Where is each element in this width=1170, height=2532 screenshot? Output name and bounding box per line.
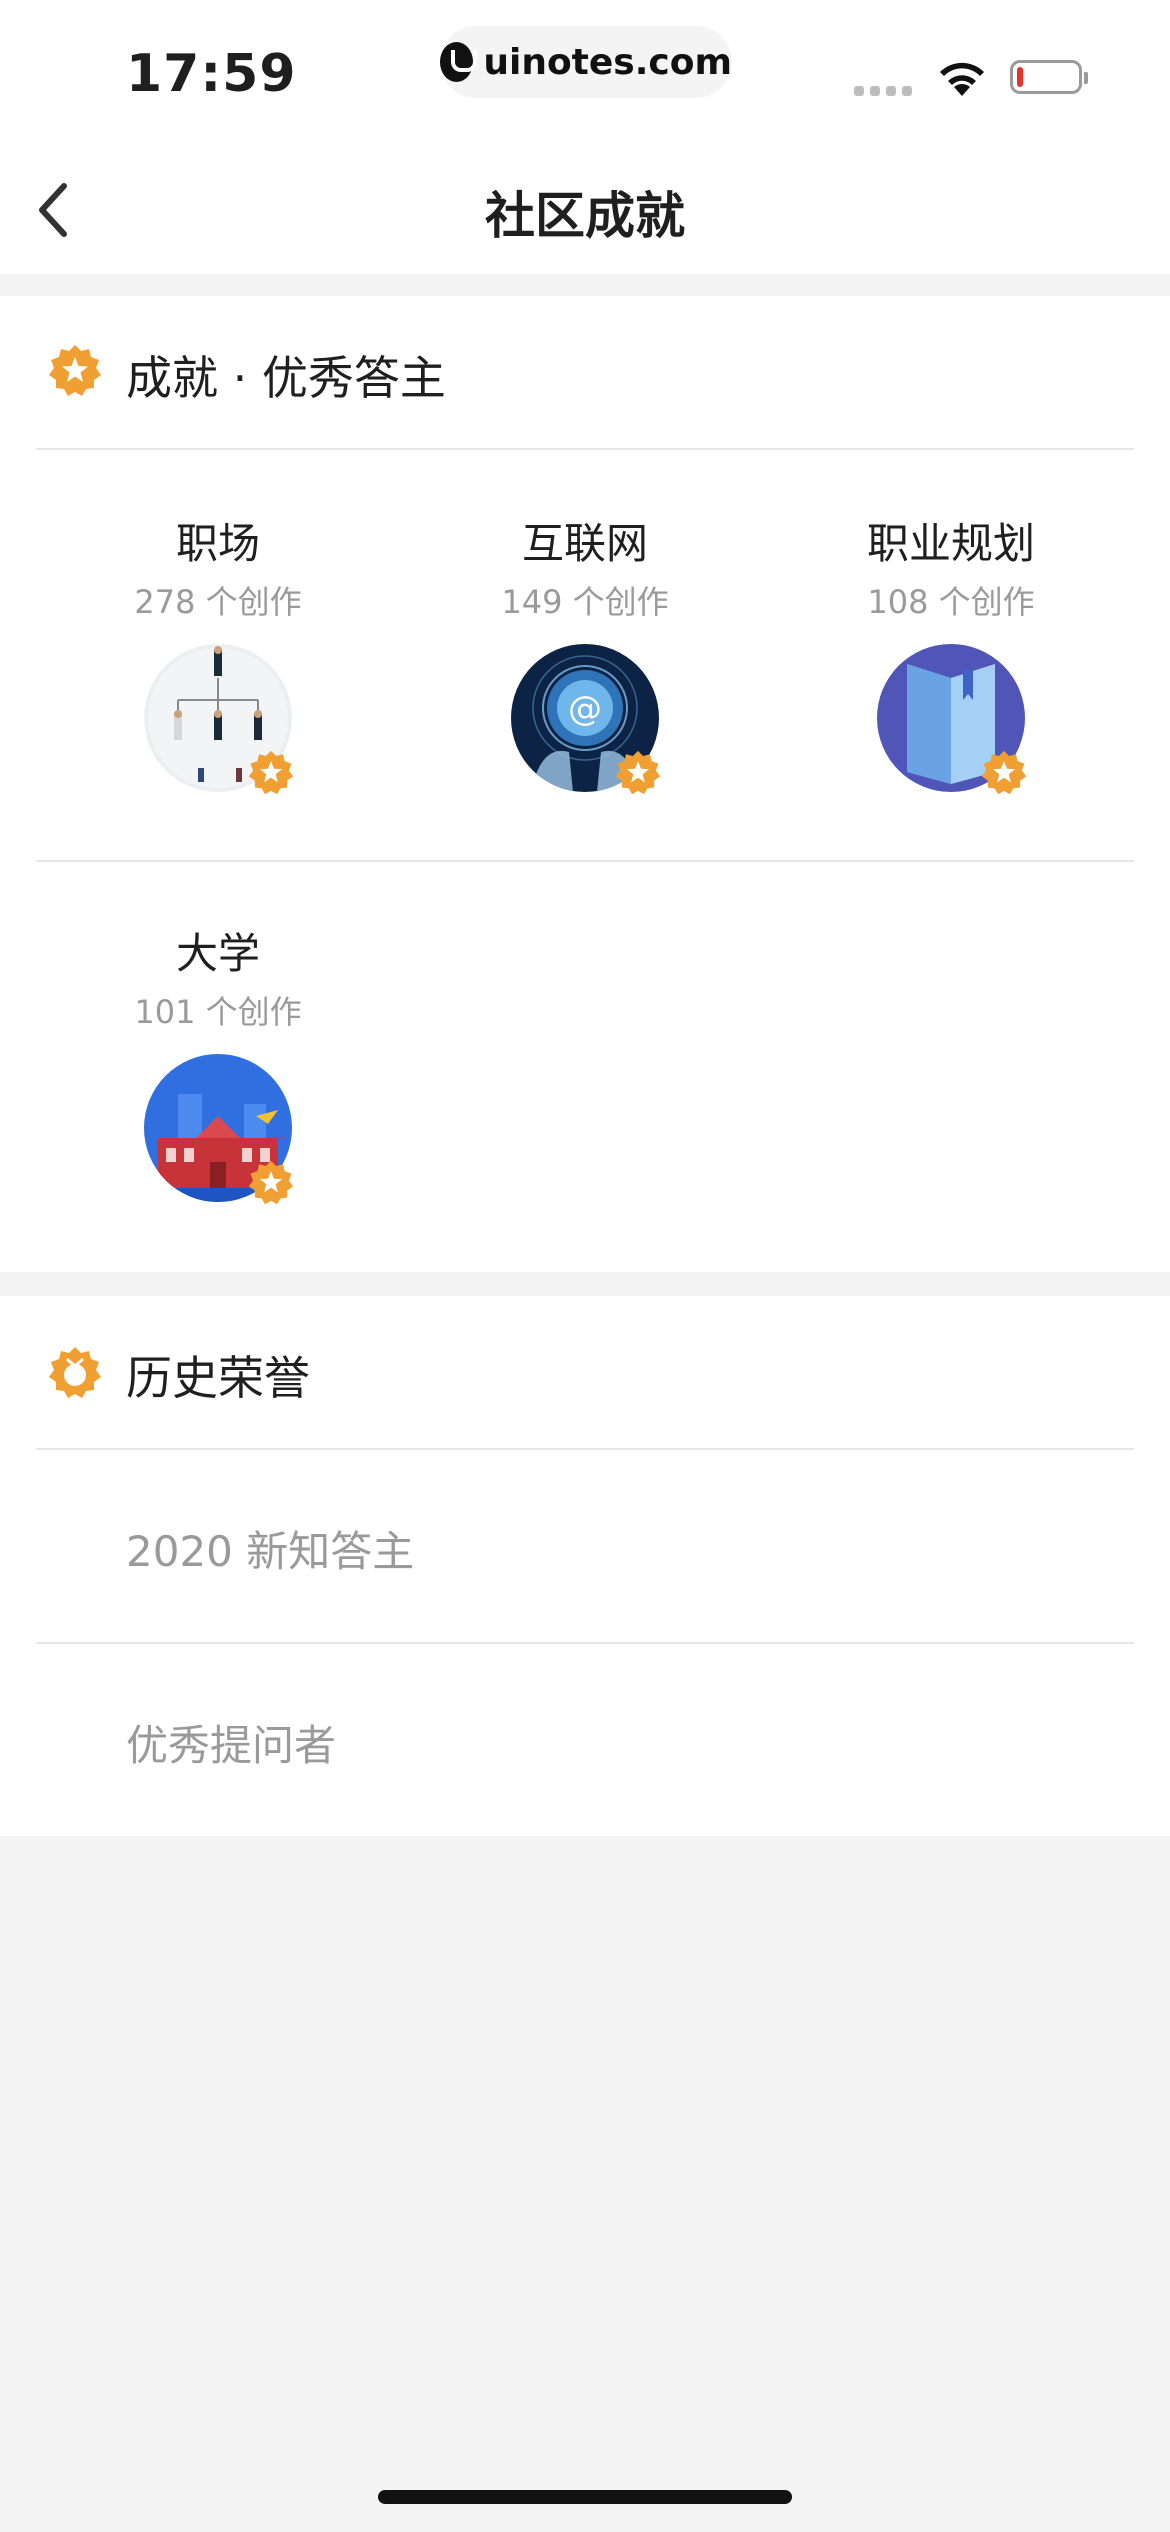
topic-count: 278 个创作 — [134, 583, 302, 621]
topic-item-university[interactable]: 大学 101 个创作 — [35, 926, 401, 1205]
topic-count: 101 个创作 — [134, 993, 302, 1031]
topic-name: 职场 — [175, 519, 260, 568]
topic-name: 互联网 — [521, 519, 648, 568]
page-title: 社区成就 — [485, 187, 685, 245]
wifi-icon — [940, 62, 984, 96]
honors-title: 历史荣誉 — [126, 1351, 310, 1405]
battery-icon — [1010, 60, 1088, 94]
divider — [36, 1642, 1134, 1644]
divider — [36, 448, 1134, 450]
svg-text:@: @ — [568, 689, 602, 729]
honors-card: 历史荣誉 2020 新知答主 优秀提问者 — [0, 1296, 1170, 1836]
url-text: uinotes.com — [483, 41, 732, 83]
star-badge-icon — [248, 750, 294, 795]
battery-level — [1017, 67, 1023, 87]
star-badge-icon — [615, 750, 661, 795]
site-logo-icon — [440, 42, 478, 82]
star-badge-icon — [981, 750, 1027, 795]
achievements-header: 成就 · 优秀答主 — [0, 296, 1170, 450]
signal-icon — [854, 86, 912, 96]
topic-name: 职业规划 — [866, 519, 1035, 568]
topic-count: 149 个创作 — [501, 583, 669, 621]
star-badge-icon — [49, 345, 101, 396]
status-time: 17:59 — [126, 44, 297, 104]
topic-count: 108 个创作 — [867, 583, 1035, 621]
status-bar: 17:59 uinotes.com — [0, 0, 1170, 150]
topic-name: 大学 — [175, 929, 260, 978]
achievements-title: 成就 · 优秀答主 — [126, 351, 446, 405]
topic-item-career-planning[interactable]: 职业规划 108 个创作 — [768, 516, 1134, 795]
nav-bar: 社区成就 — [0, 150, 1170, 274]
home-indicator[interactable] — [378, 2490, 792, 2504]
honor-item: 优秀提问者 — [126, 1721, 337, 1770]
honor-item: 2020 新知答主 — [126, 1527, 415, 1576]
divider — [36, 1448, 1134, 1450]
honors-header: 历史荣誉 — [0, 1296, 1170, 1450]
topic-item-internet[interactable]: 互联网 149 个创作 @ — [402, 516, 768, 795]
star-badge-icon — [248, 1160, 294, 1205]
divider — [36, 860, 1134, 862]
topic-item-workplace[interactable]: 职场 278 个创作 — [35, 516, 401, 795]
achievements-card: 成就 · 优秀答主 职场 278 个创作 互联网 149 个创作 @ 职业规划 … — [0, 296, 1170, 1272]
url-pill[interactable]: uinotes.com — [440, 26, 732, 98]
medal-icon — [49, 1347, 101, 1398]
